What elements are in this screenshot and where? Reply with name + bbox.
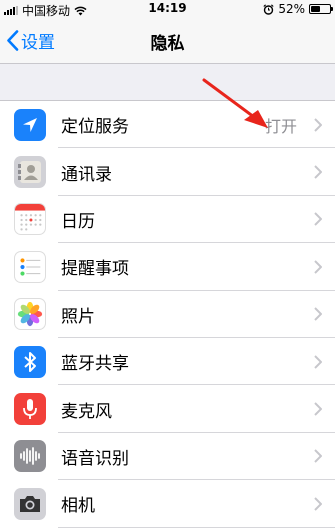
list-item-reminders[interactable]: 提醒事项 bbox=[0, 243, 335, 291]
list-item-label: 定位服务 bbox=[61, 117, 129, 138]
list-item-label: 日历 bbox=[61, 211, 95, 232]
photos-icon bbox=[14, 298, 46, 331]
list-item-label: 提醒事项 bbox=[61, 259, 129, 280]
alarm-icon bbox=[263, 3, 274, 15]
list-item-bluetooth-sharing[interactable]: 蓝牙共享 bbox=[0, 338, 335, 386]
chevron-right-icon bbox=[314, 117, 322, 132]
privacy-list: 定位服务 打开 通讯录 日历 提醒事项 照片 蓝牙共享 麦克风 语音识别 相机 bbox=[0, 100, 335, 528]
speech-recognition-icon bbox=[14, 440, 46, 473]
camera-icon bbox=[14, 487, 46, 520]
list-item-location-services[interactable]: 定位服务 打开 bbox=[0, 101, 335, 149]
list-item-label: 相机 bbox=[61, 496, 95, 517]
chevron-right-icon bbox=[314, 449, 322, 464]
microphone-icon bbox=[14, 393, 46, 426]
location-icon bbox=[14, 108, 46, 141]
list-item-label: 麦克风 bbox=[61, 401, 112, 422]
list-item-label: 照片 bbox=[61, 306, 95, 327]
contacts-icon bbox=[14, 156, 46, 189]
chevron-right-icon bbox=[314, 165, 322, 179]
list-item-value: 打开 bbox=[264, 116, 297, 136]
battery-level bbox=[311, 6, 321, 12]
list-item-label: 蓝牙共享 bbox=[61, 354, 129, 375]
navigation-bar: 设置 隐私 bbox=[0, 18, 335, 64]
chevron-right-icon bbox=[314, 354, 322, 369]
calendar-icon bbox=[14, 203, 46, 236]
status-right: 52% bbox=[263, 2, 333, 16]
list-item-camera[interactable]: 相机 bbox=[0, 480, 335, 528]
chevron-right-icon bbox=[314, 212, 322, 227]
list-item-label: 通讯录 bbox=[61, 164, 112, 185]
reminders-icon bbox=[14, 250, 46, 283]
page-title: 隐私 bbox=[150, 34, 185, 54]
chevron-right-icon bbox=[314, 402, 322, 416]
status-bar: 中国移动 14:19 52% bbox=[0, 0, 335, 18]
list-item-speech-recognition[interactable]: 语音识别 bbox=[0, 433, 335, 481]
battery-percent: 52% bbox=[278, 2, 305, 16]
chevron-right-icon bbox=[314, 260, 322, 274]
list-item-photos[interactable]: 照片 bbox=[0, 291, 335, 339]
chevron-right-icon bbox=[314, 307, 322, 321]
list-item-contacts[interactable]: 通讯录 bbox=[0, 148, 335, 197]
list-item-microphone[interactable]: 麦克风 bbox=[0, 385, 335, 434]
list-item-label: 语音识别 bbox=[61, 448, 129, 469]
chevron-right-icon bbox=[314, 497, 322, 511]
list-item-calendar[interactable]: 日历 bbox=[0, 196, 335, 244]
bluetooth-icon bbox=[14, 345, 46, 378]
battery-icon bbox=[309, 4, 333, 14]
